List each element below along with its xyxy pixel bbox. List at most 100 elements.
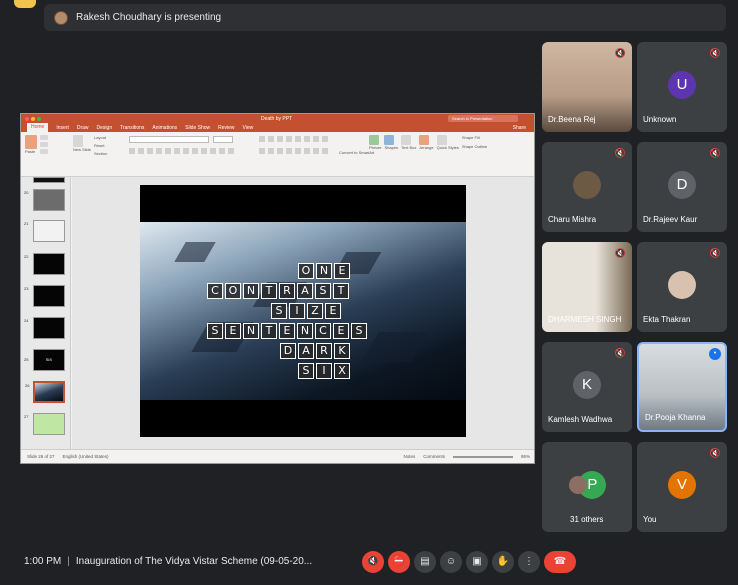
presenting-text: Rakesh Choudhary is presenting	[76, 12, 222, 23]
participant-tile[interactable]: 🔇 DHARMESH SINGH	[542, 242, 632, 332]
mic-off-icon: 🔇	[614, 348, 626, 358]
paste-icon[interactable]	[25, 135, 37, 149]
quick-styles-icon[interactable]	[436, 135, 447, 145]
speaking-indicator-icon: •	[709, 348, 721, 360]
share-button[interactable]: Share	[513, 125, 526, 131]
tab-home[interactable]: Home	[27, 123, 49, 132]
letter-tile: A	[298, 343, 314, 359]
thumbnail[interactable]	[33, 177, 65, 183]
zoom-slider[interactable]	[452, 456, 513, 458]
mic-off-icon: 🔇	[709, 48, 721, 58]
avatar-photo	[569, 476, 587, 494]
mic-toggle-button[interactable]: 🔇	[362, 551, 384, 573]
picture-icon[interactable]	[369, 135, 379, 145]
camera-toggle-button[interactable]: ⛔	[388, 551, 410, 573]
thumb-text: SIX	[45, 357, 53, 362]
new-slide-icon[interactable]	[73, 135, 83, 147]
tab-draw[interactable]: Draw	[77, 125, 89, 131]
align-buttons[interactable]	[259, 148, 328, 154]
slide-number: 26	[25, 383, 30, 388]
new-slide-group[interactable]: New Slide Layout Reset Section	[73, 135, 107, 156]
mic-off-icon: 🔇	[614, 148, 626, 158]
participant-tile[interactable]: 🔇 U Unknown	[637, 42, 727, 132]
format-buttons[interactable]	[129, 148, 234, 154]
convert-smartart[interactable]: Convert to SmartArt	[339, 150, 374, 155]
tab-design[interactable]: Design	[97, 125, 113, 131]
thumbnail[interactable]: 25 SIX	[24, 349, 65, 371]
letter-tile: R	[279, 283, 295, 299]
participant-tile[interactable]: 🔇 Dr.Beena Rej	[542, 42, 632, 132]
layout-button[interactable]: Layout	[94, 135, 107, 140]
participant-name: Dr.Pooja Khanna	[645, 413, 706, 422]
shape-outline-button[interactable]: Shape Outline	[462, 144, 487, 149]
thumbnail[interactable]: 24	[24, 317, 65, 339]
tab-slide-show[interactable]: Slide Show	[185, 125, 210, 131]
thumbnail[interactable]: 21	[24, 220, 65, 242]
tab-transitions[interactable]: Transitions	[120, 125, 144, 131]
participant-tile[interactable]: 🔇 D Dr.Rajeev Kaur	[637, 142, 727, 232]
window-controls[interactable]	[25, 116, 41, 121]
leave-call-button[interactable]: ☎	[544, 551, 576, 573]
participant-tile[interactable]: 🔇 K Kamlesh Wadhwa	[542, 342, 632, 432]
letter-tile: S	[298, 363, 314, 379]
arrange-label: Arrange	[419, 145, 434, 150]
notes-button[interactable]: Notes	[403, 454, 415, 459]
avatar: K	[573, 371, 601, 399]
participant-tile[interactable]: 🔇 Charu Mishra	[542, 142, 632, 232]
participant-tile[interactable]: 🔇 Ekta Thakran	[637, 242, 727, 332]
reset-button[interactable]: Reset	[94, 143, 107, 148]
letter-tile: N	[243, 283, 259, 299]
paragraph-buttons[interactable]	[259, 136, 328, 142]
letter-tile: D	[280, 343, 296, 359]
ribbon: Paste New Slide Layout Reset Section Con…	[21, 132, 534, 177]
self-tile[interactable]: 🔇 V You	[637, 442, 727, 532]
shapes-label: Shapes	[384, 145, 399, 150]
tab-view[interactable]: View	[243, 125, 254, 131]
letter-tile: X	[334, 363, 350, 379]
slide-number: 22	[24, 254, 29, 259]
section-button[interactable]: Section	[94, 151, 107, 156]
letter-tile: O	[298, 263, 314, 279]
captions-button[interactable]: ▤	[414, 551, 436, 573]
control-bar: 1:00 PM | Inauguration of The Vidya Vistar…	[0, 540, 738, 585]
mic-off-icon: 🔇	[709, 448, 721, 458]
slide-number: 23	[24, 286, 29, 291]
thumbnail[interactable]: 23	[24, 285, 65, 307]
shape-fill-button[interactable]: Shape Fill	[462, 135, 487, 140]
ppt-titlebar: Death by PPT Search in Presentation	[21, 114, 534, 123]
arrange-icon[interactable]	[419, 135, 430, 145]
avatar-photo	[573, 171, 601, 199]
letter-tile: T	[261, 283, 277, 299]
participant-name: Unknown	[643, 115, 677, 124]
more-options-button[interactable]: ⋮	[518, 551, 540, 573]
letter-tile: N	[316, 263, 332, 279]
shapes-icon[interactable]	[384, 135, 395, 145]
slide-count: Slide 26 of 27	[27, 454, 55, 459]
present-button[interactable]: ▣	[466, 551, 488, 573]
paste-group[interactable]: Paste	[25, 135, 48, 154]
emoji-button[interactable]: ☺	[440, 551, 462, 573]
raise-hand-button[interactable]: ✋	[492, 551, 514, 573]
letter-tile: S	[315, 283, 331, 299]
letter-tile: N	[297, 323, 313, 339]
thumbnail[interactable]: 22	[24, 253, 65, 275]
comments-button[interactable]: Comments	[423, 454, 445, 459]
tab-animations[interactable]: Animations	[152, 125, 177, 131]
tab-review[interactable]: Review	[218, 125, 234, 131]
thumbnail[interactable]: 27	[24, 413, 65, 435]
font-name-field[interactable]	[129, 136, 209, 143]
tab-insert[interactable]: Insert	[56, 125, 69, 131]
hand-raise-tab[interactable]	[14, 0, 36, 8]
others-tile[interactable]: P 31 others	[542, 442, 632, 532]
thumbnail-selected[interactable]: 26	[25, 381, 65, 403]
search-box[interactable]: Search in Presentation	[448, 115, 518, 122]
participant-name: Dr.Beena Rej	[548, 115, 596, 124]
text-box-icon[interactable]	[401, 135, 412, 145]
font-size-field[interactable]	[213, 136, 233, 143]
meeting-title: Inauguration of The Vidya Vistar Scheme …	[75, 556, 313, 567]
thumbnail[interactable]: 20	[24, 189, 65, 211]
mic-off-icon: 🔇	[614, 248, 626, 258]
letter-tile: Z	[307, 303, 323, 319]
current-slide[interactable]: ONE CONTRAST SIZE SENTENCES DARK SIX	[140, 185, 466, 437]
participant-tile-speaking[interactable]: • Dr.Pooja Khanna	[637, 342, 727, 432]
